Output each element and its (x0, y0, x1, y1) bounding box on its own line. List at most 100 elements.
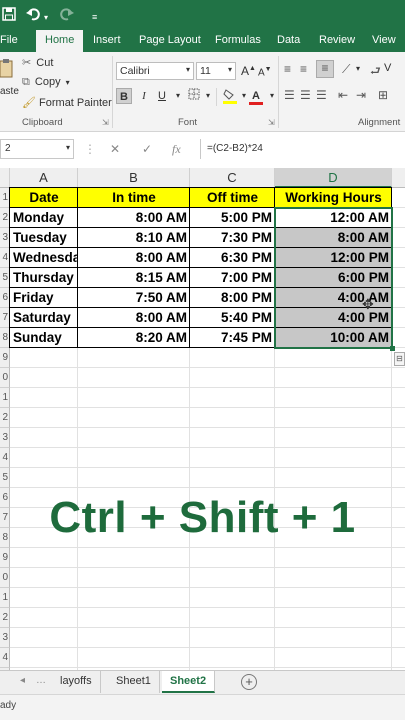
save-icon[interactable] (2, 7, 16, 24)
header-working-hours[interactable]: Working Hours (275, 188, 392, 208)
italic-button[interactable]: I (136, 88, 152, 104)
copy-button[interactable]: ⧉ Copy ▾ (22, 76, 70, 89)
cell-in-time[interactable]: 8:00 AM (78, 248, 190, 268)
cell-day[interactable]: Monday (10, 208, 78, 228)
row-header[interactable]: 4 (0, 248, 10, 268)
tab-file[interactable]: File (0, 34, 18, 46)
row-header[interactable]: 1 (0, 388, 10, 408)
tab-page-layout[interactable]: Page Layout (139, 34, 201, 46)
bold-button[interactable]: B (116, 88, 132, 104)
row-header[interactable]: 3 (0, 228, 10, 248)
align-right-icon[interactable]: ☰ (316, 88, 327, 102)
font-launcher-icon[interactable]: ⇲ (268, 118, 275, 127)
font-size-select[interactable]: 11 ▾ (196, 62, 236, 80)
prev-sheet-icon[interactable]: ◂ (20, 675, 25, 686)
cell-working-hours[interactable]: 12:00 PM (275, 248, 392, 268)
enter-icon[interactable]: ✓ (142, 142, 152, 156)
column-header-b[interactable]: B (78, 168, 190, 188)
redo-icon[interactable] (58, 7, 74, 24)
row-header[interactable]: 2 (0, 208, 10, 228)
decrease-font-icon[interactable]: A▼ (258, 66, 272, 78)
header-in-time[interactable]: In time (78, 188, 190, 208)
cell-in-time[interactable]: 7:50 AM (78, 288, 190, 308)
sheet-tab-sheet1[interactable]: Sheet1 (108, 671, 160, 693)
cell-in-time[interactable]: 8:20 AM (78, 328, 190, 348)
tab-data[interactable]: Data (277, 34, 300, 46)
cell-in-time[interactable]: 8:15 AM (78, 268, 190, 288)
merge-center-icon[interactable]: ⊞ (378, 88, 388, 102)
underline-button[interactable]: U (154, 88, 170, 104)
row-header[interactable]: 3 (0, 428, 10, 448)
cell-day[interactable]: Friday (10, 288, 78, 308)
wrap-text-icon[interactable]: ⮐ (370, 62, 381, 83)
row-header[interactable]: 0 (0, 368, 10, 388)
cell-working-hours[interactable]: 12:00 AM (275, 208, 392, 228)
cell-working-hours[interactable]: 6:00 PM (275, 268, 392, 288)
formula-input[interactable]: =(C2-B2)*24 (200, 139, 405, 159)
row-header[interactable]: 2 (0, 408, 10, 428)
column-header-d[interactable]: D (275, 168, 392, 188)
cell-day[interactable]: Sunday (10, 328, 78, 348)
orientation-icon[interactable]: ⟋ (342, 62, 350, 77)
cut-button[interactable]: ✂ Cut (22, 56, 53, 69)
cancel-icon[interactable]: ✕ (110, 142, 120, 156)
row-header[interactable]: 1 (0, 588, 10, 608)
row-header[interactable]: 0 (0, 568, 10, 588)
row-header[interactable]: 3 (0, 628, 10, 648)
row-header[interactable]: 8 (0, 328, 10, 348)
tab-formulas[interactable]: Formulas (215, 34, 261, 46)
select-all-corner[interactable] (0, 168, 10, 188)
column-header-a[interactable]: A (10, 168, 78, 188)
cell-in-time[interactable]: 8:00 AM (78, 308, 190, 328)
sheet-tab-layoffs[interactable]: layoffs (52, 671, 101, 693)
increase-indent-icon[interactable]: ⇥ (356, 88, 366, 102)
cell-off-time[interactable]: 8:00 PM (190, 288, 275, 308)
cell-working-hours[interactable]: 10:00 AM (275, 328, 392, 348)
cell-in-time[interactable]: 8:00 AM (78, 208, 190, 228)
tab-review[interactable]: Review (319, 34, 355, 46)
paste-label[interactable]: aste (0, 86, 19, 97)
header-off-time[interactable]: Off time (190, 188, 275, 208)
cell-off-time[interactable]: 5:00 PM (190, 208, 275, 228)
customize-toolbar-icon[interactable]: ≡ (92, 9, 97, 25)
font-color-icon[interactable]: A (248, 88, 264, 105)
font-name-select[interactable]: Calibri ▾ (116, 62, 194, 80)
row-header[interactable]: 7 (0, 308, 10, 328)
clipboard-launcher-icon[interactable]: ⇲ (102, 118, 109, 127)
wrap-text-label[interactable]: V (384, 62, 391, 74)
cell-day[interactable]: Wednesday (10, 248, 78, 268)
cell-off-time[interactable]: 7:30 PM (190, 228, 275, 248)
cell-off-time[interactable]: 5:40 PM (190, 308, 275, 328)
undo-icon[interactable] (26, 7, 42, 24)
align-center-icon[interactable]: ☰ (300, 88, 311, 102)
add-sheet-button[interactable]: + (241, 674, 257, 690)
row-header[interactable]: 9 (0, 348, 10, 368)
row-header[interactable]: 5 (0, 468, 10, 488)
cell-day[interactable]: Tuesday (10, 228, 78, 248)
row-header[interactable]: 6 (0, 288, 10, 308)
cell-day[interactable]: Saturday (10, 308, 78, 328)
cell-working-hours[interactable]: 8:00 AM (275, 228, 392, 248)
decrease-indent-icon[interactable]: ⇤ (338, 88, 348, 102)
column-header-e[interactable] (392, 168, 405, 188)
increase-font-icon[interactable]: A▲ (241, 64, 256, 78)
align-top-icon[interactable]: ≡ (284, 62, 291, 76)
undo-dropdown-icon[interactable]: ▾ (44, 10, 48, 26)
cell-off-time[interactable]: 7:00 PM (190, 268, 275, 288)
quick-analysis-icon[interactable]: ⊟ (394, 352, 405, 366)
row-header[interactable]: 1 (0, 188, 10, 208)
cell-working-hours[interactable]: 4:00 AM (275, 288, 392, 308)
paste-icon[interactable] (0, 58, 14, 83)
sheet-tab-sheet2[interactable]: Sheet2 (162, 671, 216, 693)
chevron-down-icon[interactable]: ▾ (200, 88, 216, 104)
row-header[interactable]: 4 (0, 648, 10, 668)
align-bottom-icon[interactable]: ≡ (316, 60, 334, 78)
cell-working-hours[interactable]: 4:00 PM (275, 308, 392, 328)
worksheet-grid[interactable]: A B C D 1234567890123456789012345 Date I… (0, 168, 405, 670)
cell-off-time[interactable]: 6:30 PM (190, 248, 275, 268)
insert-function-icon[interactable]: fx (172, 142, 181, 157)
fill-handle[interactable] (390, 346, 395, 351)
row-header[interactable]: 9 (0, 548, 10, 568)
tab-insert[interactable]: Insert (93, 34, 121, 46)
cell-in-time[interactable]: 8:10 AM (78, 228, 190, 248)
